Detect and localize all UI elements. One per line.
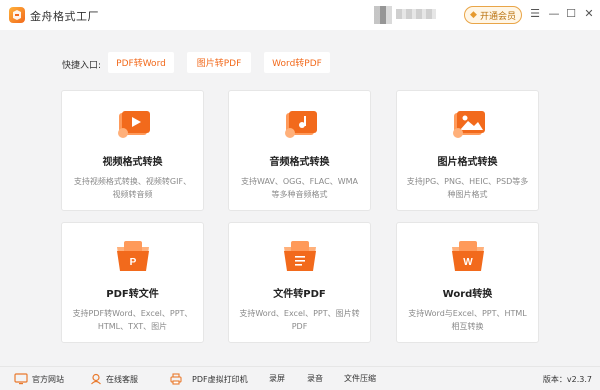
app-logo-icon [9,7,25,23]
quick-entry-label: 快捷入口: [62,61,102,71]
vip-button-label: 开通会员 [479,11,516,22]
card-pdf-convert[interactable]: P PDF转文件 支持PDF转Word、Excel、PPT、HTML、TXT、图… [61,222,204,343]
card-video-convert[interactable]: 视频格式转换 支持视频格式转换、视频转GIF、视频转音频 [61,90,204,211]
card-title: 音频格式转换 [269,157,330,168]
card-title: Word转换 [442,289,493,300]
pdf-printer-label: PDF虚拟打印机 [192,374,248,384]
online-support-link[interactable]: 在线客服 [90,373,138,385]
word-convert-icon: W [448,239,488,273]
app-title: 金舟格式工厂 [30,10,99,23]
vip-button[interactable]: ◆ 开通会员 [464,6,522,24]
pdf-printer-link[interactable]: PDF虚拟打印机 [170,373,248,385]
card-image-convert[interactable]: 图片格式转换 支持JPG、PNG、HEIC、PSD等多种图片格式 [396,90,539,211]
card-desc: 支持Word与Excel、PPT、HTML相互转换 [408,309,527,331]
card-desc: 支持Word、Excel、PPT、图片转PDF [239,309,360,331]
file-compress-link[interactable]: 文件压缩 [344,373,376,384]
minimize-button[interactable]: — [546,6,562,22]
close-button[interactable]: ✕ [581,6,597,22]
svg-text:P: P [129,257,136,268]
printer-icon [170,373,182,385]
image-convert-icon [448,107,488,141]
screen-record-link[interactable]: 录屏 [269,373,285,384]
card-audio-convert[interactable]: 音频格式转换 支持WAV、OGG、FLAC、WMA等多种音频格式 [228,90,371,211]
card-desc: 支持JPG、PNG、HEIC、PSD等多种图片格式 [406,177,529,199]
card-title: 图片格式转换 [437,157,498,168]
card-desc: 支持视频格式转换、视频转GIF、视频转音频 [73,177,192,199]
card-title: PDF转文件 [106,289,159,300]
version-label: 版本：v2.3.7 [542,375,592,384]
menu-icon[interactable]: ☰ [527,6,543,22]
card-title: 视频格式转换 [102,157,163,168]
audio-convert-icon [280,107,320,141]
card-desc: 支持PDF转Word、Excel、PPT、HTML、TXT、图片 [72,309,193,331]
online-support-label: 在线客服 [106,374,138,384]
user-name[interactable] [396,9,436,19]
headset-icon [91,373,101,385]
audio-record-link[interactable]: 录音 [307,373,323,384]
file-to-pdf-icon [280,239,320,273]
official-website-link[interactable]: 官方网站 [14,373,64,385]
quick-entry-word-to-pdf[interactable]: Word转PDF [264,52,330,73]
svg-text:W: W [463,257,473,268]
quick-entry-pdf-to-word[interactable]: PDF转Word [108,52,174,73]
diamond-icon: ◆ [470,10,477,20]
card-desc: 支持WAV、OGG、FLAC、WMA等多种音频格式 [240,177,359,199]
title-bar: 金舟格式工厂 ◆ 开通会员 ☰ — ☐ ✕ [0,0,600,30]
maximize-button[interactable]: ☐ [563,6,579,22]
bottom-bar: 官方网站 在线客服 PDF虚拟打印机 录屏 录音 文件压缩 版本：v2.3.7 [0,366,600,390]
pdf-convert-icon: P [113,239,153,273]
video-convert-icon [113,107,153,141]
quick-entry-image-to-pdf[interactable]: 图片转PDF [187,52,251,73]
card-title: 文件转PDF [273,289,326,300]
avatar[interactable] [374,6,392,24]
monitor-icon [14,373,28,385]
card-word-convert[interactable]: W Word转换 支持Word与Excel、PPT、HTML相互转换 [396,222,539,343]
card-file-to-pdf[interactable]: 文件转PDF 支持Word、Excel、PPT、图片转PDF [228,222,371,343]
official-website-label: 官方网站 [32,374,64,384]
